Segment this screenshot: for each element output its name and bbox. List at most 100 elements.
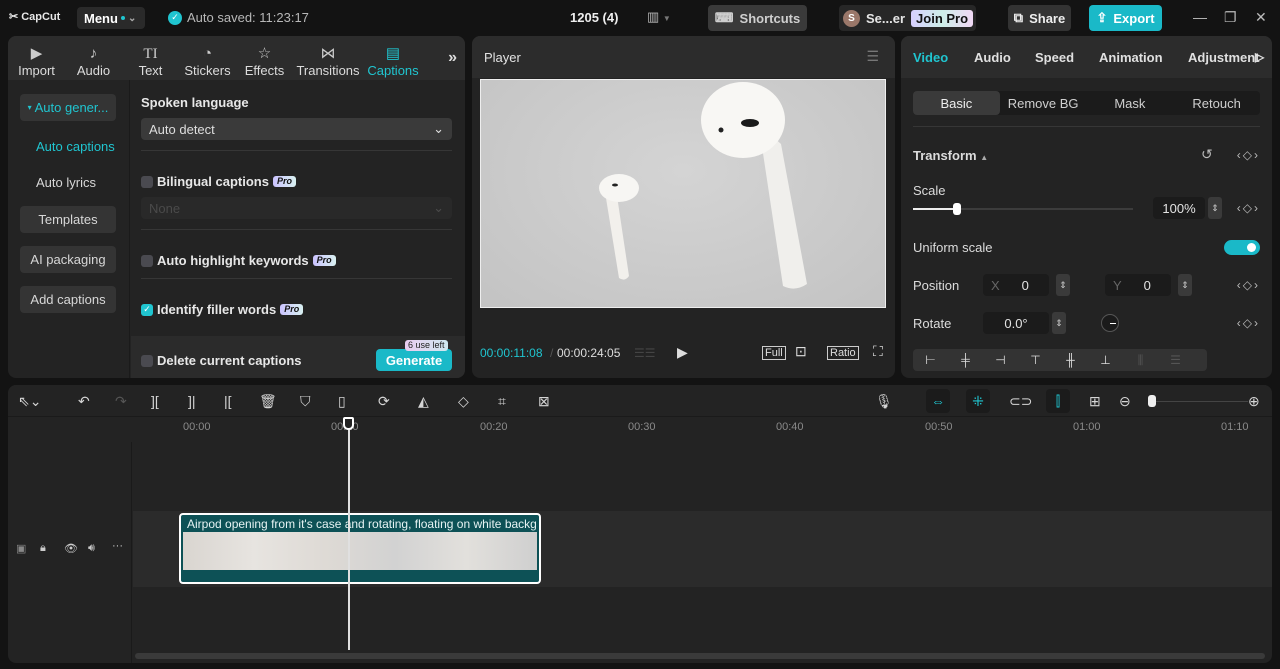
mark-icon[interactable]: ⛉: [300, 393, 311, 410]
split-right-icon[interactable]: |[: [224, 393, 232, 409]
subtab-mask[interactable]: Mask: [1087, 91, 1174, 115]
keyframe-control[interactable]: ‹◇›: [1237, 148, 1260, 162]
user-account[interactable]: S Se...er Join Pro: [839, 5, 976, 31]
shortcuts-button[interactable]: ⌨ Shortcuts: [708, 5, 807, 31]
tab-video[interactable]: Video: [913, 50, 948, 65]
position-x-input[interactable]: X0: [983, 274, 1049, 296]
rotate-icon[interactable]: ◇: [458, 393, 469, 410]
undo-icon[interactable]: ↶: [78, 393, 90, 410]
eye-icon[interactable]: 👁︎: [64, 542, 78, 555]
align-top-icon[interactable]: ⊤: [1018, 353, 1053, 367]
restore-icon[interactable]: ❐: [1224, 9, 1237, 26]
sidebar-item-auto-generate[interactable]: ▾ Auto gener...: [20, 94, 116, 121]
keyframe-control[interactable]: ‹◇›: [1237, 201, 1260, 215]
sidebar-item-auto-captions[interactable]: Auto captions: [36, 139, 115, 154]
zoom-fit-icon[interactable]: ⊡: [795, 343, 807, 360]
fullscreen-icon[interactable]: ⛶: [873, 343, 883, 360]
transform-section-toggle[interactable]: Transform ▲: [913, 148, 988, 163]
link-icon[interactable]: ⊂⊃: [1009, 393, 1032, 410]
tab-text[interactable]: TI Text: [122, 36, 179, 80]
delete-captions-checkbox[interactable]: [141, 354, 153, 367]
subtab-remove-bg[interactable]: Remove BG: [1000, 91, 1087, 115]
zoom-to-fit-icon[interactable]: ⊞: [1089, 393, 1101, 410]
bilingual-language-select[interactable]: None ⌄: [141, 197, 452, 219]
crop-icon[interactable]: ⌗: [498, 393, 506, 410]
split-left-icon[interactable]: ]|: [188, 393, 196, 409]
tab-audio[interactable]: ♪ Audio: [65, 36, 122, 80]
uniform-scale-toggle[interactable]: [1224, 240, 1260, 255]
scale-stepper[interactable]: ⇕: [1208, 197, 1222, 219]
position-y-input[interactable]: Y0: [1105, 274, 1171, 296]
align-left-icon[interactable]: ⊢: [913, 353, 948, 367]
microphone-icon[interactable]: 🎙︎: [875, 393, 893, 410]
scale-slider[interactable]: [913, 203, 1133, 215]
lock-icon[interactable]: 🔒︎: [40, 542, 46, 555]
tab-audio[interactable]: Audio: [974, 50, 1011, 65]
split-icon[interactable]: ][: [151, 393, 159, 409]
select-tool-icon[interactable]: ⇖⌄: [18, 393, 41, 410]
timeline-ruler[interactable]: 00:00 00:10 00:20 00:30 00:40 00:50 01:0…: [133, 418, 1272, 436]
tab-effects[interactable]: ☆ Effects: [236, 36, 293, 80]
preview-axis-icon[interactable]: ⫿: [1046, 389, 1070, 413]
mirror-icon[interactable]: ◭: [418, 393, 429, 410]
subtab-retouch[interactable]: Retouch: [1173, 91, 1260, 115]
timeline-zoom-slider[interactable]: [1148, 395, 1248, 407]
project-name[interactable]: 1205 (4): [570, 10, 618, 25]
freeze-frame-icon[interactable]: ▯: [338, 393, 346, 410]
scale-slider-thumb[interactable]: [953, 203, 961, 215]
video-clip[interactable]: Airpod opening from it's case and rotati…: [179, 513, 541, 584]
rotate-stepper[interactable]: ⇕: [1052, 312, 1066, 334]
tab-stickers[interactable]: ◔ Stickers: [179, 36, 236, 80]
keyframe-control[interactable]: ‹◇›: [1237, 316, 1260, 330]
tab-speed[interactable]: Speed: [1035, 50, 1074, 65]
align-bottom-icon[interactable]: ⊥: [1088, 353, 1123, 367]
remove-caption-icon[interactable]: ⊠: [538, 393, 550, 410]
volume-icon[interactable]: 🔊︎: [88, 542, 95, 555]
spoken-language-select[interactable]: Auto detect ⌄: [141, 118, 452, 140]
auto-snap-icon[interactable]: ⁜: [966, 389, 990, 413]
reverse-icon[interactable]: ⟳: [378, 393, 390, 410]
delete-icon[interactable]: 🗑︎: [259, 393, 277, 410]
tab-animation[interactable]: Animation: [1099, 50, 1163, 65]
zoom-out-icon[interactable]: ⊖: [1119, 393, 1131, 410]
align-center-vertical-icon[interactable]: ╫: [1053, 353, 1088, 367]
align-right-icon[interactable]: ⊣: [983, 353, 1018, 367]
tab-transitions[interactable]: ⋈ Transitions: [293, 36, 363, 80]
rotate-input[interactable]: 0.0°: [983, 312, 1049, 334]
more-tabs-icon[interactable]: ▷: [1255, 50, 1264, 64]
ratio-button[interactable]: Ratio: [827, 346, 859, 360]
hamburger-menu-icon[interactable]: ☰: [866, 48, 879, 65]
sidebar-item-templates[interactable]: Templates: [20, 206, 116, 233]
join-pro-button[interactable]: Join Pro: [911, 9, 974, 27]
reset-icon[interactable]: ↺: [1201, 146, 1213, 163]
zoom-slider-thumb[interactable]: [1148, 395, 1156, 407]
more-options-icon[interactable]: ···: [112, 540, 123, 552]
align-center-horizontal-icon[interactable]: ╪: [948, 353, 983, 367]
minimize-icon[interactable]: —: [1193, 9, 1207, 25]
close-icon[interactable]: ✕: [1255, 9, 1267, 26]
timeline-scrollbar[interactable]: [135, 653, 1265, 659]
layout-icon[interactable]: ▥ ▼: [647, 9, 671, 25]
export-button[interactable]: ⇪ Export: [1089, 5, 1162, 31]
playhead-handle[interactable]: [343, 417, 354, 430]
share-button[interactable]: ⧉ Share: [1008, 5, 1071, 31]
menu-button[interactable]: Menu ⌄: [77, 7, 145, 29]
bilingual-checkbox[interactable]: [141, 175, 153, 188]
position-y-stepper[interactable]: ⇕: [1178, 274, 1192, 296]
sidebar-item-auto-lyrics[interactable]: Auto lyrics: [36, 175, 96, 190]
scale-input[interactable]: 100%: [1153, 197, 1205, 219]
subtab-basic[interactable]: Basic: [913, 91, 1000, 115]
tab-captions[interactable]: ▤ Captions: [363, 36, 423, 80]
more-tabs-icon[interactable]: »: [448, 49, 457, 67]
tab-import[interactable]: ▶ Import: [8, 36, 65, 80]
sidebar-item-ai-packaging[interactable]: AI packaging: [20, 246, 116, 273]
filler-words-checkbox[interactable]: ✓: [141, 303, 153, 316]
keyframe-control[interactable]: ‹◇›: [1237, 278, 1260, 292]
rotate-dial[interactable]: [1101, 314, 1119, 332]
zoom-in-icon[interactable]: ⊕: [1248, 393, 1260, 410]
position-x-stepper[interactable]: ⇕: [1056, 274, 1070, 296]
tab-adjustment[interactable]: Adjustment: [1188, 50, 1260, 65]
sidebar-item-add-captions[interactable]: Add captions: [20, 286, 116, 313]
video-preview[interactable]: [480, 79, 886, 308]
play-button[interactable]: ▶: [677, 344, 688, 361]
